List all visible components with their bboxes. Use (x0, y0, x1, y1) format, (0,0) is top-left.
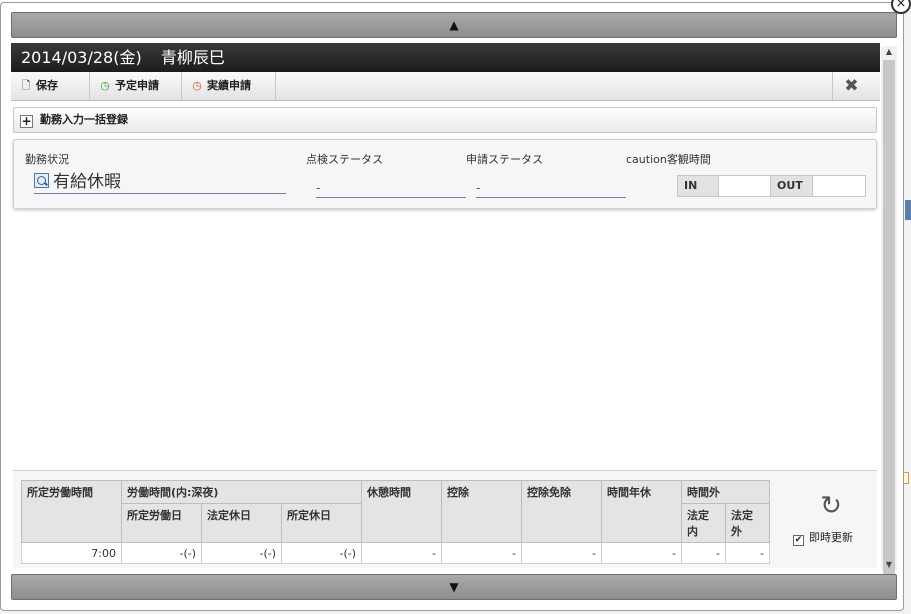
scroll-up-bar[interactable]: ▲ (11, 12, 897, 38)
header-scheduled-hours: 所定労働時間 (21, 480, 122, 543)
schedule-request-button[interactable]: ◷ 予定申請 (90, 72, 182, 100)
value-deduction-exempt: - (521, 542, 602, 564)
header-overtime-legal-out: 法定 外 (725, 503, 770, 543)
clock-red-icon: ◷ (192, 79, 202, 92)
work-status-label: 勤務状況 (25, 153, 69, 166)
close-button[interactable]: ✖ (832, 72, 870, 100)
realtime-update-toggle[interactable]: ✔ 即時更新 (793, 529, 873, 546)
header-scheduled-holiday: 所定休日 (281, 503, 362, 543)
header-overtime-legal-in: 法定 内 (681, 503, 726, 543)
save-button[interactable]: 🗋 保存 (11, 72, 90, 100)
check-status-value: - (316, 178, 466, 198)
totals-table: 所定労働時間 労働時間(内:深夜) 休憩時間 控除 控除免除 時間年休 時間外 … (21, 480, 770, 564)
title-person-name: 青柳辰巳 (160, 48, 225, 67)
arrow-up-icon: ▲ (449, 18, 459, 32)
value-scheduled-holiday: -(-) (281, 542, 362, 564)
check-status-label: 点検ステータス (306, 153, 383, 166)
table-row: 7:00 -(-) -(-) -(-) - - - - - - (21, 542, 770, 564)
vertical-scrollbar[interactable]: ▲ ▼ (881, 46, 897, 575)
header-hourly-leave: 時間年休 (601, 480, 682, 543)
plus-icon: + (20, 114, 33, 128)
clock-green-icon: ◷ (100, 79, 110, 92)
title-date: 2014/03/28(金) (21, 48, 142, 67)
realtime-update-checkbox[interactable]: ✔ (793, 535, 804, 546)
dialog-title: 2014/03/28(金) 青柳辰巳 (11, 43, 880, 72)
attendance-dialog: ▲ 2014/03/28(金) 青柳辰巳 🗋 保存 ◷ 予定申請 ◷ 実績申請 ✖ +… (0, 2, 904, 611)
value-deduction: - (441, 542, 522, 564)
refresh-icon[interactable]: ↻ (789, 493, 873, 519)
header-legal-holiday: 法定休日 (201, 503, 282, 543)
scroll-down-arrow-icon[interactable]: ▼ (881, 560, 897, 569)
scroll-down-bar[interactable]: ▼ (11, 574, 897, 600)
bulk-entry-label: 勤務入力一括登録 (40, 113, 128, 126)
in-time-input[interactable] (718, 175, 771, 197)
search-icon[interactable] (34, 173, 49, 188)
document-icon: 🗋 (21, 79, 31, 92)
close-icon: ✖ (844, 76, 859, 96)
out-time-input[interactable] (812, 175, 866, 197)
header-deduction-exempt: 控除免除 (521, 480, 602, 543)
value-overtime-legal-out: - (725, 542, 770, 564)
header-scheduled-workday: 所定労働日 (121, 503, 202, 543)
value-hourly-leave: - (601, 542, 682, 564)
value-legal-holiday: -(-) (201, 542, 282, 564)
header-deduction: 控除 (441, 480, 522, 543)
background-app-edge (905, 200, 911, 220)
refresh-area: ↻ ✔ 即時更新 (793, 493, 873, 546)
schedule-request-label: 予定申請 (115, 79, 159, 92)
header-break-time: 休憩時間 (361, 480, 442, 543)
realtime-update-label: 即時更新 (809, 531, 853, 544)
work-status-field[interactable]: 有給休暇 (34, 170, 286, 194)
in-label: IN (677, 175, 719, 197)
value-overtime-legal-in: - (681, 542, 726, 564)
close-corner-button[interactable]: × (891, 0, 911, 14)
actual-request-label: 実績申請 (207, 79, 251, 92)
bulk-entry-toggle[interactable]: + 勤務入力一括登録 (13, 107, 877, 133)
out-label: OUT (770, 175, 813, 197)
arrow-down-icon: ▼ (449, 580, 459, 594)
request-status-value: - (476, 178, 626, 198)
header-working-hours: 労働時間(内:深夜) (121, 480, 362, 504)
value-scheduled-workday: -(-) (121, 542, 202, 564)
value-break-time: - (361, 542, 442, 564)
scrollbar-thumb[interactable] (883, 60, 895, 575)
close-corner-icon: × (895, 0, 907, 11)
request-status-label: 申請ステータス (466, 153, 543, 166)
value-scheduled-hours: 7:00 (21, 542, 122, 564)
scroll-up-arrow-icon[interactable]: ▲ (881, 47, 897, 56)
caution-time-label: caution客観時間 (626, 153, 711, 166)
status-panel: 勤務状況 有給休暇 点検ステータス - 申請ステータス - caution客観時… (13, 139, 877, 209)
actual-request-button[interactable]: ◷ 実績申請 (182, 72, 276, 100)
header-overtime: 時間外 (681, 480, 770, 504)
toolbar: 🗋 保存 ◷ 予定申請 ◷ 実績申請 ✖ (11, 72, 880, 101)
work-status-value: 有給休暇 (53, 172, 121, 192)
totals-panel: 所定労働時間 労働時間(内:深夜) 休憩時間 控除 控除免除 時間年休 時間外 … (13, 470, 877, 568)
save-button-label: 保存 (36, 79, 58, 92)
